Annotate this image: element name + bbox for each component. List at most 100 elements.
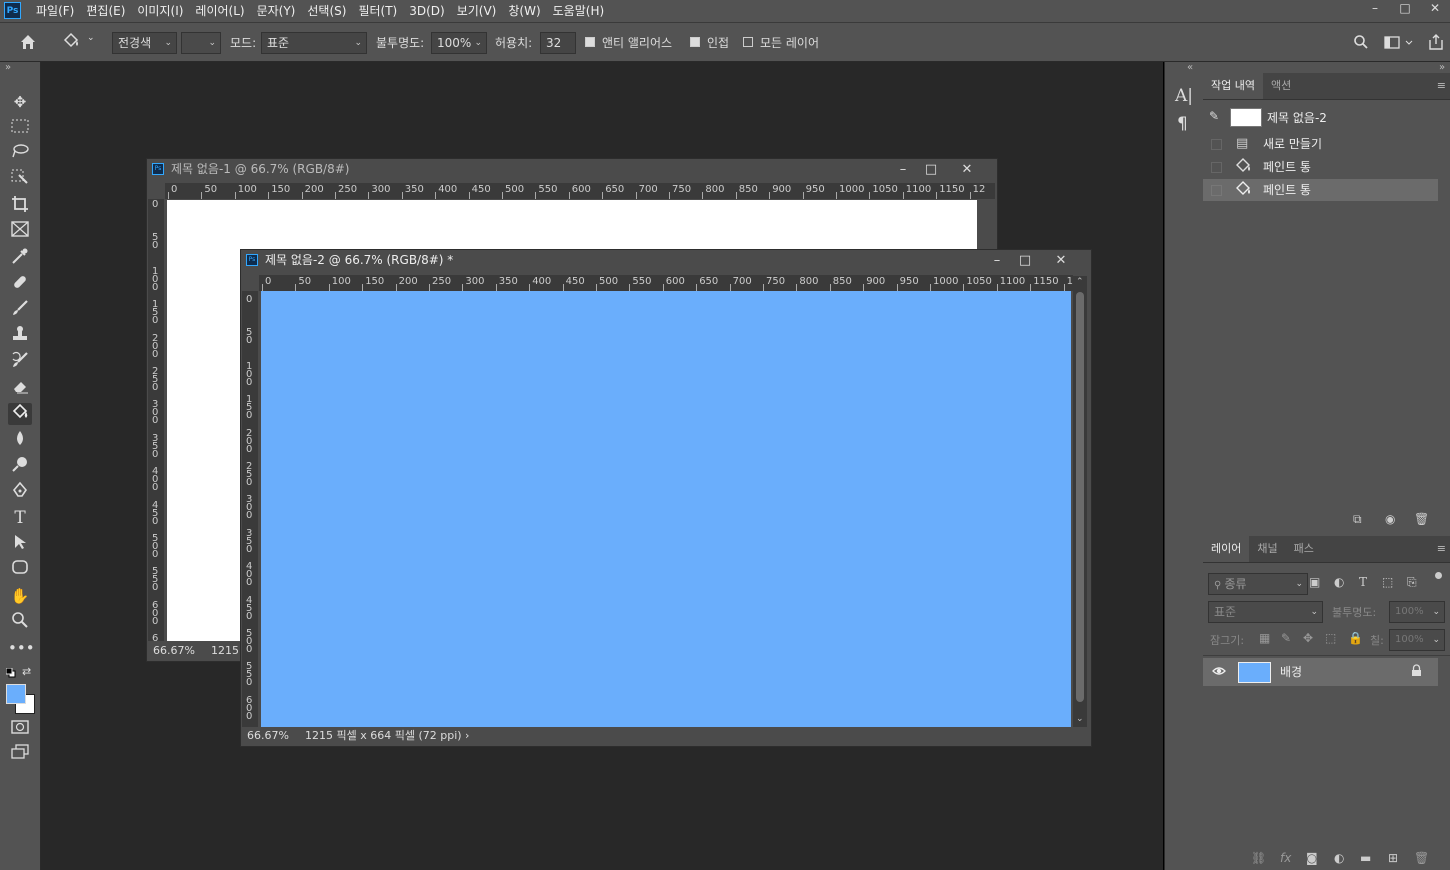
eraser-tool[interactable] [8, 377, 32, 399]
history-checkbox[interactable] [1211, 162, 1222, 173]
filter-shape-icon[interactable]: ⬚ [1382, 575, 1393, 589]
delete-layer-icon[interactable]: 🗑 [1414, 851, 1429, 865]
layer-row[interactable]: 배경 [1203, 658, 1438, 686]
lock-position-icon[interactable]: ✥ [1303, 631, 1313, 645]
tab-history[interactable]: 작업 내역 [1203, 73, 1263, 99]
swap-colors-icon[interactable]: ⇄ [22, 665, 31, 678]
menu-view[interactable]: 보기(V) [451, 0, 503, 22]
tab-paths[interactable]: 패스 [1286, 536, 1322, 562]
dodge-tool[interactable] [8, 455, 32, 477]
layer-name[interactable]: 배경 [1280, 663, 1302, 680]
visibility-eye-icon[interactable] [1212, 664, 1226, 681]
lock-artboard-icon[interactable]: ⬚ [1325, 631, 1336, 645]
new-layer-icon[interactable]: ⊞ [1388, 851, 1398, 865]
filter-toggle-icon[interactable] [1435, 572, 1442, 579]
add-mask-icon[interactable]: ◙ [1306, 851, 1318, 865]
document-window-2[interactable]: Ps 제목 없음-2 @ 66.7% (RGB/8#) * – □ ✕ 0 50 1… [240, 249, 1092, 747]
history-snapshot[interactable]: ✎ 제목 없음-2 [1203, 104, 1450, 130]
doc2-canvas[interactable] [261, 291, 1071, 727]
history-item[interactable]: ▤ 새로 만들기 [1203, 133, 1438, 155]
workspace-icon[interactable] [1384, 35, 1414, 51]
lock-transparency-icon[interactable]: ▦ [1259, 631, 1270, 645]
more-tools[interactable]: ••• [8, 637, 35, 659]
doc1-close-button[interactable]: ✕ [953, 159, 981, 180]
panel-menu-icon[interactable]: ≡ [1437, 73, 1450, 99]
tolerance-field[interactable]: 32 [540, 32, 576, 54]
maximize-button[interactable]: □ [1390, 0, 1420, 16]
menu-help[interactable]: 도움말(H) [547, 0, 611, 22]
move-tool[interactable]: ✥ [8, 91, 32, 113]
menu-select[interactable]: 선택(S) [301, 0, 352, 22]
doc2-close-button[interactable]: ✕ [1047, 250, 1075, 271]
history-item[interactable]: 페인트 통 [1203, 179, 1438, 201]
doc1-maximize-button[interactable]: □ [917, 159, 945, 180]
object-select-tool[interactable] [8, 169, 32, 191]
paint-bucket-preset-icon[interactable]: ⌄ [62, 32, 100, 52]
filter-type-icon[interactable]: T [1359, 575, 1367, 589]
doc2-title-bar[interactable]: Ps 제목 없음-2 @ 66.7% (RGB/8#) * – □ ✕ [241, 250, 1091, 271]
doc2-status-arrow[interactable]: › [465, 727, 469, 745]
lock-all-icon[interactable]: 🔒 [1348, 631, 1363, 645]
doc2-vertical-scrollbar[interactable]: ⌃ ⌄ [1073, 276, 1087, 727]
search-icon[interactable] [1353, 34, 1369, 50]
lock-pixels-icon[interactable]: ✎ [1281, 631, 1291, 645]
foreground-color-swatch[interactable] [6, 684, 26, 704]
layer-style-icon[interactable]: fx [1280, 851, 1291, 865]
menu-layer[interactable]: 레이어(L) [189, 0, 250, 22]
contiguous-checkbox[interactable] [690, 37, 700, 47]
screen-mode-icon[interactable] [8, 744, 32, 766]
filter-adjustment-icon[interactable]: ◐ [1334, 575, 1344, 589]
doc1-zoom[interactable]: 66.67% [153, 642, 195, 660]
tab-layers[interactable]: 레이어 [1203, 536, 1250, 562]
layer-filter-select[interactable]: ⚲ 종류 ⌄ [1208, 573, 1308, 595]
lasso-tool[interactable] [8, 143, 32, 165]
collapse-toolbar-icon[interactable]: » [5, 62, 11, 73]
history-brush-source-icon[interactable]: ✎ [1209, 109, 1219, 123]
tab-actions[interactable]: 액션 [1263, 73, 1299, 99]
doc2-minimize-button[interactable]: – [983, 250, 1011, 271]
layer-opacity-field[interactable]: 100% ⌄ [1389, 601, 1445, 623]
collapse-panels-icon[interactable]: « [1187, 62, 1193, 73]
default-colors-icon[interactable] [5, 667, 16, 678]
tab-channels[interactable]: 채널 [1249, 536, 1285, 562]
history-item[interactable]: 페인트 통 [1203, 156, 1438, 178]
menu-filter[interactable]: 필터(T) [352, 0, 403, 22]
blur-tool[interactable] [8, 429, 32, 451]
menu-file[interactable]: 파일(F) [30, 0, 80, 22]
menu-image[interactable]: 이미지(I) [131, 0, 189, 22]
paint-bucket-tool[interactable] [8, 403, 32, 425]
history-brush-tool[interactable] [8, 351, 32, 373]
type-tool[interactable]: T [8, 507, 32, 529]
clone-stamp-tool[interactable] [8, 325, 32, 347]
scroll-up-icon[interactable]: ⌃ [1076, 277, 1084, 287]
antialias-checkbox[interactable] [585, 37, 595, 47]
eyedropper-tool[interactable] [8, 247, 32, 269]
fill-source-select[interactable]: 전경색 ⌄ [112, 32, 177, 54]
frame-tool[interactable] [8, 221, 32, 243]
expand-panels-icon[interactable]: » [1439, 62, 1445, 73]
history-checkbox[interactable] [1211, 139, 1222, 150]
new-adjustment-layer-icon[interactable]: ◐ [1334, 851, 1344, 865]
doc1-title-bar[interactable]: Ps 제목 없음-1 @ 66.7% (RGB/8#) – □ ✕ [147, 159, 997, 180]
filter-smart-object-icon[interactable]: ⎘ [1407, 575, 1417, 590]
layer-lock-icon[interactable] [1411, 664, 1422, 680]
menu-type[interactable]: 문자(Y) [251, 0, 302, 22]
doc1-minimize-button[interactable]: – [889, 159, 917, 180]
menu-3d[interactable]: 3D(D) [403, 0, 450, 22]
character-panel-icon[interactable]: A| [1175, 86, 1193, 106]
healing-brush-tool[interactable] [8, 273, 32, 295]
mode-select[interactable]: 표준 ⌄ [261, 32, 367, 54]
history-checkbox[interactable] [1211, 185, 1222, 196]
blend-mode-select[interactable]: 표준 ⌄ [1208, 601, 1323, 623]
crop-tool[interactable] [8, 195, 32, 217]
panel-menu-icon[interactable]: ≡ [1437, 536, 1450, 562]
doc2-maximize-button[interactable]: □ [1011, 250, 1039, 271]
menu-window[interactable]: 창(W) [502, 0, 546, 22]
all-layers-checkbox[interactable] [743, 37, 753, 47]
share-icon[interactable] [1428, 33, 1444, 51]
trash-icon[interactable]: 🗑 [1414, 512, 1429, 526]
path-select-tool[interactable] [8, 533, 32, 555]
close-button[interactable]: ✕ [1420, 0, 1450, 16]
filter-pixel-icon[interactable]: ▣ [1309, 575, 1320, 589]
hand-tool[interactable]: ✋ [8, 585, 32, 607]
